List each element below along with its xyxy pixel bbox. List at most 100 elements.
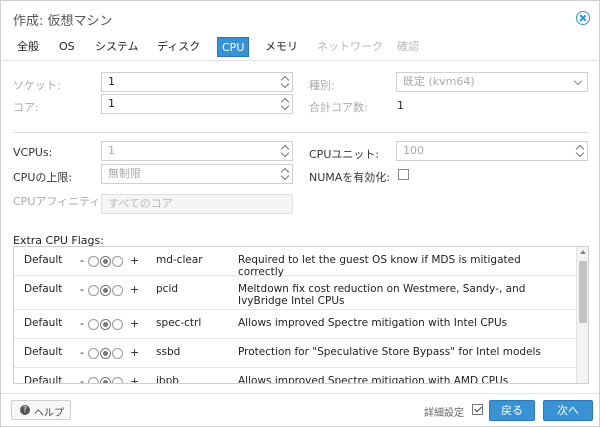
sockets-value: 1 bbox=[108, 75, 115, 88]
vcpus-label: VCPUs: bbox=[13, 146, 53, 159]
tab-system[interactable]: システム bbox=[91, 37, 143, 57]
back-button[interactable]: 戻る bbox=[489, 400, 535, 421]
plus-sign: + bbox=[130, 283, 140, 296]
tristate-toggle[interactable]: - + bbox=[80, 375, 140, 384]
tab-cpu[interactable]: CPU bbox=[217, 37, 250, 57]
minus-sign: - bbox=[80, 254, 84, 267]
tristate-toggle[interactable]: - + bbox=[80, 283, 140, 298]
extra-cpu-flags-table: Default - + md-clear Required to let the… bbox=[13, 246, 589, 384]
radio-on[interactable] bbox=[112, 319, 123, 330]
numa-checkbox[interactable] bbox=[398, 169, 409, 180]
radio-off[interactable] bbox=[88, 319, 99, 330]
cores-label: コア: bbox=[13, 101, 39, 114]
tab-confirm: 確認 bbox=[397, 40, 419, 53]
flag-description: Protection for "Speculative Store Bypass… bbox=[238, 346, 541, 358]
scrollbar[interactable] bbox=[576, 247, 588, 383]
numa-label: NUMAを有効化: bbox=[309, 171, 391, 184]
radio-off[interactable] bbox=[88, 348, 99, 359]
minus-sign: - bbox=[80, 283, 84, 296]
radio-default[interactable] bbox=[100, 285, 111, 296]
tab-disk[interactable]: ディスク bbox=[153, 37, 204, 57]
flag-name: md-clear bbox=[156, 254, 203, 266]
flag-name: pcid bbox=[156, 283, 179, 295]
advanced-settings-checkbox[interactable] bbox=[472, 404, 483, 415]
radio-on[interactable] bbox=[112, 377, 123, 383]
flag-default: Default bbox=[24, 283, 63, 295]
scrollbar-thumb[interactable] bbox=[579, 261, 587, 323]
footer-divider bbox=[1, 393, 599, 394]
vcpus-spinner[interactable]: 1 bbox=[101, 141, 293, 161]
help-button-label: ヘルプ bbox=[34, 408, 64, 419]
total-cores-value: 1 bbox=[397, 99, 404, 112]
minus-sign: - bbox=[80, 375, 84, 384]
flag-default: Default bbox=[24, 254, 63, 266]
scroll-up-arrow-icon[interactable] bbox=[580, 250, 586, 254]
tristate-toggle[interactable]: - + bbox=[80, 254, 140, 269]
table-row: Default - + ssbd Protection for "Specula… bbox=[14, 339, 576, 368]
sockets-spinner[interactable]: 1 bbox=[101, 72, 293, 92]
cpu-affinity-input: すべてのコア bbox=[101, 194, 293, 214]
cpu-units-value: 100 bbox=[403, 144, 424, 157]
flag-name: ssbd bbox=[156, 346, 181, 358]
radio-default[interactable] bbox=[100, 377, 111, 383]
sockets-label: ソケット: bbox=[13, 79, 61, 92]
cpu-units-spinner[interactable]: 100 bbox=[396, 141, 588, 161]
radio-on[interactable] bbox=[112, 348, 123, 359]
help-button[interactable]: ? ヘルプ bbox=[11, 400, 71, 420]
spinner-arrows-icon[interactable] bbox=[281, 168, 289, 180]
cores-spinner[interactable]: 1 bbox=[101, 94, 293, 114]
cpu-affinity-placeholder: すべてのコア bbox=[108, 197, 173, 210]
radio-on[interactable] bbox=[112, 285, 123, 296]
cpu-units-label: CPUユニット: bbox=[309, 148, 380, 161]
tab-general[interactable]: 全般 bbox=[13, 37, 43, 57]
next-button[interactable]: 次へ bbox=[543, 400, 593, 421]
radio-off[interactable] bbox=[88, 377, 99, 383]
close-icon[interactable] bbox=[576, 11, 590, 25]
flag-default: Default bbox=[24, 346, 63, 358]
table-row: Default - + md-clear Required to let the… bbox=[14, 247, 576, 278]
radio-default[interactable] bbox=[100, 256, 111, 267]
spinner-arrows-icon[interactable] bbox=[281, 98, 289, 110]
minus-sign: - bbox=[80, 346, 84, 359]
help-icon: ? bbox=[20, 405, 30, 415]
tristate-toggle[interactable]: - + bbox=[80, 317, 140, 332]
flag-description: Allows improved Spectre mitigation with … bbox=[238, 317, 508, 329]
radio-off[interactable] bbox=[88, 285, 99, 296]
cpu-affinity-label: CPUアフィニティ: bbox=[13, 195, 105, 208]
create-vm-dialog: 作成: 仮想マシン 全般 OS システム ディスク CPU メモリ ネットワーク… bbox=[0, 0, 600, 427]
dialog-header: 作成: 仮想マシン bbox=[1, 1, 599, 35]
table-row: Default - + pcid Meltdown fix cost reduc… bbox=[14, 276, 576, 310]
radio-default[interactable] bbox=[100, 319, 111, 330]
plus-sign: + bbox=[130, 317, 140, 330]
tab-os[interactable]: OS bbox=[55, 37, 79, 57]
type-label: 種別: bbox=[309, 79, 335, 92]
flag-default: Default bbox=[24, 375, 63, 384]
flag-description: Meltdown fix cost reduction on Westmere,… bbox=[238, 283, 526, 307]
dialog-title: 作成: 仮想マシン bbox=[13, 14, 113, 29]
spinner-arrows-icon[interactable] bbox=[281, 76, 289, 88]
cpu-limit-spinner[interactable]: 無制限 bbox=[101, 164, 293, 184]
cpu-type-select[interactable]: 既定 (kvm64) bbox=[396, 72, 588, 92]
section-divider bbox=[13, 132, 589, 133]
advanced-settings-label: 詳細設定 bbox=[424, 408, 464, 419]
flag-description: Required to let the guest OS know if MDS… bbox=[238, 254, 521, 278]
spinner-arrows-icon[interactable] bbox=[281, 145, 289, 157]
plus-sign: + bbox=[130, 375, 140, 384]
flag-default: Default bbox=[24, 317, 63, 329]
radio-off[interactable] bbox=[88, 256, 99, 267]
radio-default[interactable] bbox=[100, 348, 111, 359]
cpu-limit-value: 無制限 bbox=[108, 167, 141, 180]
tristate-toggle[interactable]: - + bbox=[80, 346, 140, 361]
cpu-limit-label: CPUの上限: bbox=[13, 171, 73, 184]
chevron-down-icon[interactable] bbox=[573, 76, 583, 86]
radio-on[interactable] bbox=[112, 256, 123, 267]
cores-value: 1 bbox=[108, 97, 115, 110]
tab-network: ネットワーク bbox=[317, 40, 383, 53]
spinner-arrows-icon[interactable] bbox=[576, 145, 584, 157]
total-cores-label: 合計コア数: bbox=[309, 101, 368, 114]
plus-sign: + bbox=[130, 254, 140, 267]
tab-memory[interactable]: メモリ bbox=[261, 37, 302, 57]
table-row: Default - + spec-ctrl Allows improved Sp… bbox=[14, 310, 576, 339]
flag-description: Allows improved Spectre mitigation with … bbox=[238, 375, 509, 384]
tab-underline bbox=[1, 60, 599, 61]
